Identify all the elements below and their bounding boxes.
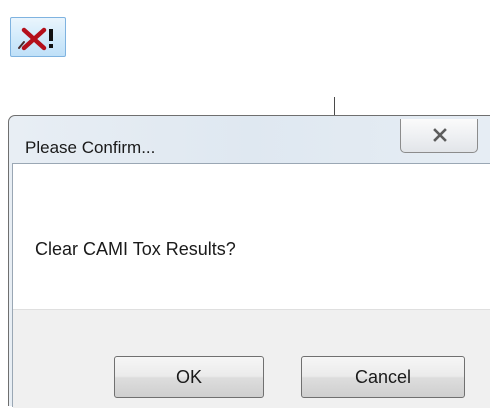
close-button[interactable]: [400, 119, 478, 153]
dialog-button-bar: OK Cancel: [13, 309, 490, 408]
cancel-button[interactable]: Cancel: [301, 356, 465, 398]
dialog-title: Please Confirm...: [25, 138, 156, 157]
dialog-client-area: Clear CAMI Tox Results? OK Cancel: [12, 163, 490, 408]
clear-results-icon: [18, 27, 53, 51]
ok-button[interactable]: OK: [114, 356, 264, 398]
close-icon: [433, 128, 447, 142]
confirm-message: Clear CAMI Tox Results?: [35, 239, 236, 259]
confirm-dialog: Please Confirm... Clear CAMI Tox Results…: [8, 115, 490, 408]
clear-results-tool-button[interactable]: [10, 17, 66, 57]
